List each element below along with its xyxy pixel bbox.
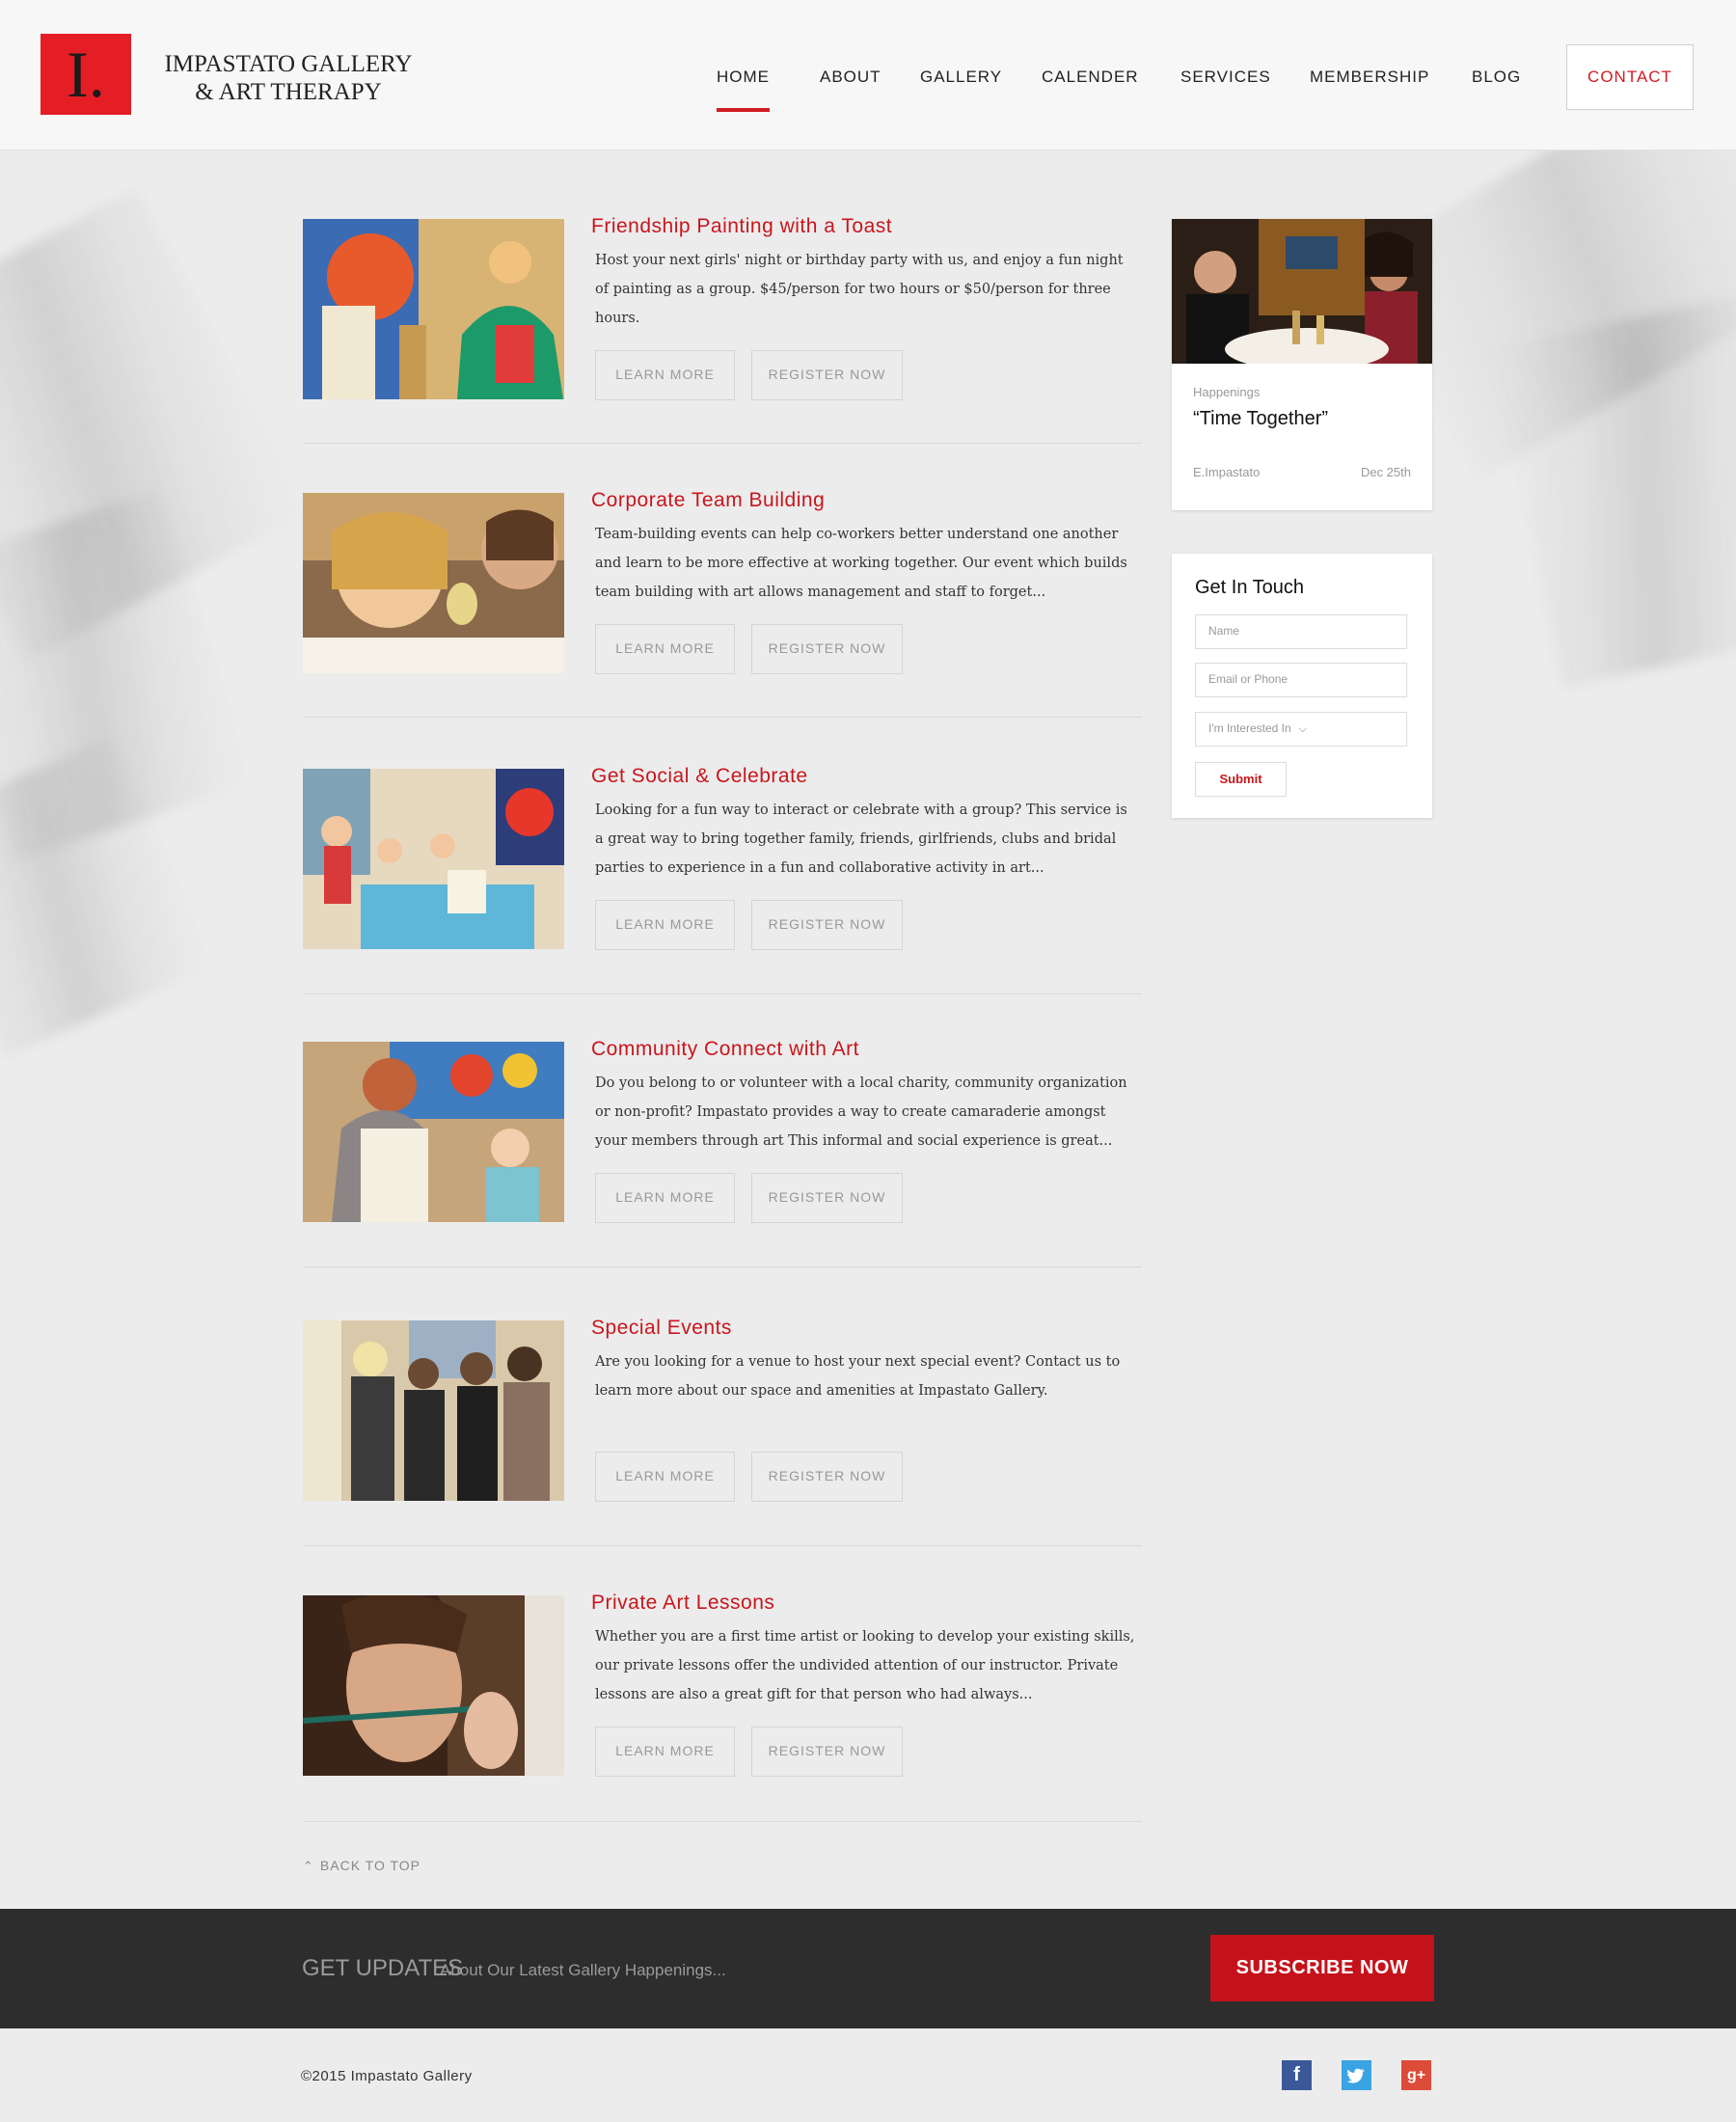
- service-title[interactable]: Private Art Lessons: [591, 1592, 774, 1615]
- service-description: Are you looking for a venue to host your…: [595, 1354, 1121, 1399]
- service-photo[interactable]: [303, 1595, 564, 1776]
- service-photo[interactable]: [303, 219, 564, 399]
- service-title[interactable]: Get Social & Celebrate: [591, 765, 808, 788]
- register-now-button[interactable]: REGISTER NOW: [751, 1727, 903, 1777]
- form-title: Get In Touch: [1195, 577, 1305, 598]
- nav-about[interactable]: ABOUT: [820, 68, 882, 87]
- register-now-button[interactable]: REGISTER NOW: [751, 1452, 903, 1502]
- service-item: Corporate Team Building Team-building ev…: [303, 489, 1142, 724]
- logo-line-2: & ART THERAPY: [195, 79, 382, 105]
- register-now-button[interactable]: REGISTER NOW: [751, 624, 903, 674]
- card-kicker: Happenings: [1193, 385, 1261, 399]
- service-photo[interactable]: [303, 769, 564, 949]
- interest-select-label: I'm Interested In: [1208, 721, 1291, 735]
- interest-select[interactable]: I'm Interested In ⌵: [1195, 712, 1407, 747]
- copyright-text: ©2015 Impastato Gallery: [301, 2068, 473, 2084]
- nav-calender[interactable]: CALENDER: [1042, 68, 1139, 87]
- nav-home[interactable]: HOME: [717, 68, 770, 112]
- service-description: Do you belong to or volunteer with a loc…: [595, 1075, 1127, 1149]
- service-item: Community Connect with Art Do you belong…: [303, 1038, 1142, 1273]
- back-to-top-link[interactable]: ⌃ BACK TO TOP: [303, 1858, 420, 1874]
- divider: [303, 717, 1142, 718]
- register-now-button[interactable]: REGISTER NOW: [751, 1173, 903, 1223]
- service-item: Special Events Are you looking for a ven…: [303, 1317, 1142, 1552]
- service-item: Private Art Lessons Whether you are a fi…: [303, 1592, 1142, 1827]
- site-header: I. IMPASTATO GALLERY & ART THERAPY HOME …: [0, 0, 1736, 150]
- chevron-up-icon: ⌃: [303, 1859, 314, 1873]
- learn-more-button[interactable]: LEARN MORE: [595, 1452, 735, 1502]
- updates-subheading: About Our Latest Gallery Happenings...: [440, 1961, 726, 1979]
- service-item: Get Social & Celebrate Looking for a fun…: [303, 765, 1142, 1000]
- email-phone-field[interactable]: Email or Phone: [1195, 663, 1407, 697]
- logo-line-1: IMPASTATO GALLERY: [164, 51, 413, 77]
- service-item: Friendship Painting with a Toast Host yo…: [303, 215, 1142, 450]
- service-photo[interactable]: [303, 493, 564, 673]
- happenings-photo[interactable]: [1172, 219, 1432, 364]
- subscribe-button[interactable]: SUBSCRIBE NOW: [1210, 1935, 1434, 2001]
- register-now-button[interactable]: REGISTER NOW: [751, 350, 903, 400]
- service-photo[interactable]: [303, 1042, 564, 1222]
- service-title[interactable]: Corporate Team Building: [591, 489, 825, 512]
- newsletter-bar: GET UPDATES About Our Latest Gallery Hap…: [0, 1909, 1736, 2028]
- brush-stroke-decoration: [0, 489, 255, 861]
- divider: [303, 1821, 1142, 1822]
- card-author: E.Impastato: [1193, 465, 1261, 479]
- learn-more-button[interactable]: LEARN MORE: [595, 1173, 735, 1223]
- service-description: Whether you are a first time artist or l…: [595, 1629, 1135, 1702]
- nav-blog[interactable]: BLOG: [1472, 68, 1521, 87]
- divider: [303, 443, 1142, 444]
- chevron-down-icon: ⌵: [1298, 723, 1308, 735]
- contact-button[interactable]: CONTACT: [1566, 44, 1694, 110]
- divider: [303, 1266, 1142, 1267]
- back-to-top-label: BACK TO TOP: [319, 1858, 421, 1873]
- learn-more-button[interactable]: LEARN MORE: [595, 350, 735, 400]
- divider: [303, 993, 1142, 994]
- service-title[interactable]: Community Connect with Art: [591, 1038, 859, 1061]
- submit-button[interactable]: Submit: [1195, 762, 1287, 797]
- nav-home-label: HOME: [717, 68, 770, 86]
- service-description: Host your next girls' night or birthday …: [595, 253, 1124, 326]
- nav-services[interactable]: SERVICES: [1180, 68, 1271, 87]
- card-title[interactable]: “Time Together”: [1193, 408, 1328, 430]
- service-title[interactable]: Special Events: [591, 1317, 732, 1340]
- active-nav-indicator: [717, 108, 770, 112]
- brush-stroke-decoration: [0, 735, 215, 1059]
- service-description: Looking for a fun way to interact or cel…: [595, 803, 1127, 876]
- brush-stroke-decoration: [1490, 295, 1736, 689]
- logo-text[interactable]: IMPASTATO GALLERY & ART THERAPY: [149, 50, 428, 106]
- learn-more-button[interactable]: LEARN MORE: [595, 1727, 735, 1777]
- brush-stroke-decoration: [0, 187, 309, 662]
- register-now-button[interactable]: REGISTER NOW: [751, 900, 903, 950]
- nav-gallery[interactable]: GALLERY: [920, 68, 1002, 87]
- happenings-card[interactable]: Happenings “Time Together” E.Impastato D…: [1172, 219, 1432, 510]
- service-description: Team-building events can help co-workers…: [595, 527, 1127, 600]
- service-photo[interactable]: [303, 1320, 564, 1501]
- name-field[interactable]: Name: [1195, 614, 1407, 649]
- contact-form: Get In Touch Name Email or Phone I'm Int…: [1172, 554, 1432, 818]
- learn-more-button[interactable]: LEARN MORE: [595, 624, 735, 674]
- google-plus-icon[interactable]: g+: [1401, 2060, 1431, 2090]
- card-date: Dec 25th: [1360, 465, 1411, 479]
- service-title[interactable]: Friendship Painting with a Toast: [591, 215, 892, 238]
- nav-membership[interactable]: MEMBERSHIP: [1310, 68, 1429, 87]
- divider: [303, 1545, 1142, 1546]
- learn-more-button[interactable]: LEARN MORE: [595, 900, 735, 950]
- facebook-icon[interactable]: f: [1282, 2060, 1312, 2090]
- twitter-icon[interactable]: [1342, 2060, 1371, 2090]
- logo-mark[interactable]: I.: [41, 34, 131, 115]
